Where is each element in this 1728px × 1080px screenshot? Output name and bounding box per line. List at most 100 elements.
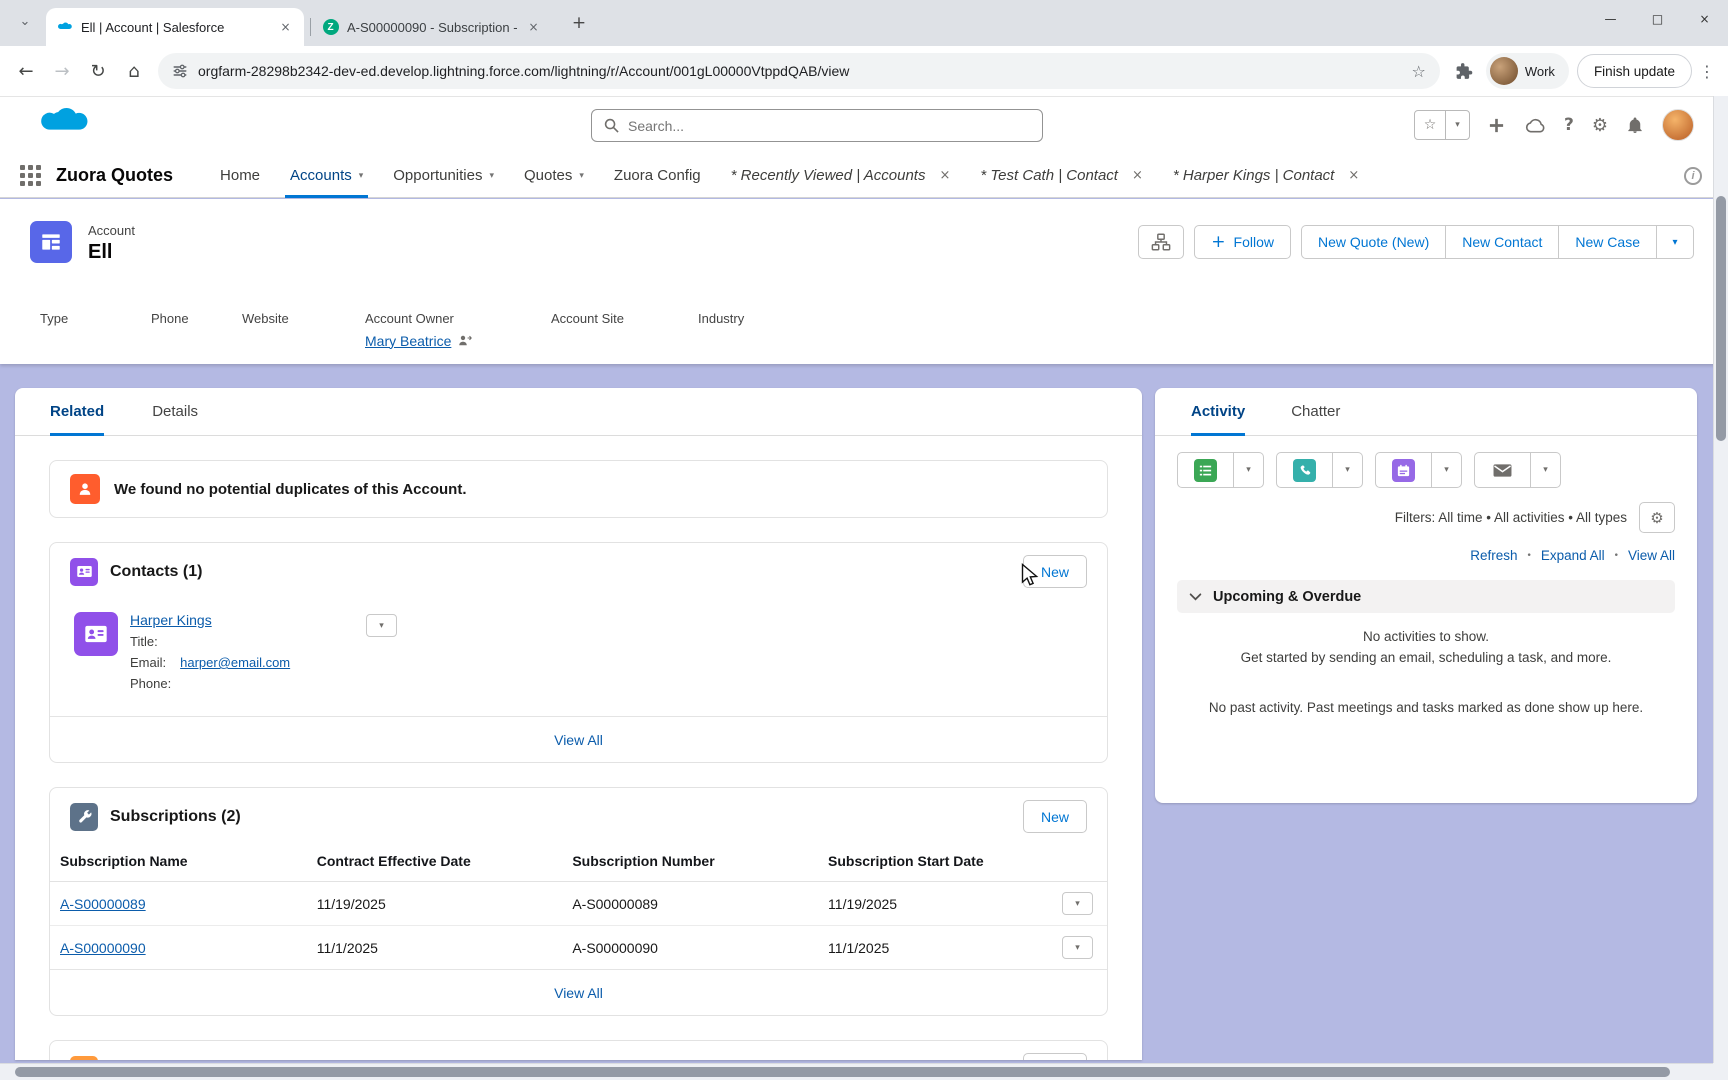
subscriptions-view-all-link[interactable]: View All — [554, 985, 603, 1001]
opportunities-new-button[interactable]: New — [1022, 1053, 1087, 1060]
user-avatar[interactable] — [1662, 109, 1694, 141]
chevron-down-icon[interactable]: ▾ — [359, 171, 364, 181]
nav-item-zuora-config[interactable]: Zuora Config — [599, 154, 716, 198]
contact-row-menu-button[interactable]: ▾ — [366, 614, 397, 637]
tab-search-chevron-icon[interactable]: ⌄ — [12, 14, 38, 34]
upcoming-overdue-section[interactable]: Upcoming & Overdue — [1177, 580, 1675, 613]
search-input[interactable] — [628, 117, 1030, 134]
contact-name-link[interactable]: Harper Kings — [130, 612, 212, 628]
account-owner-link[interactable]: Mary Beatrice — [365, 333, 451, 349]
maximize-button[interactable]: □ — [1634, 0, 1681, 38]
bookmark-star-icon[interactable]: ☆ — [1411, 62, 1425, 81]
nav-item-accounts[interactable]: Accounts ▾ — [275, 154, 378, 198]
browser-menu-icon[interactable]: ⋮ — [1696, 62, 1718, 81]
vertical-scrollbar-thumb[interactable] — [1716, 196, 1726, 441]
subscriptions-title: Subscriptions (2) — [110, 807, 241, 825]
column-header: Subscription Start Date — [816, 845, 1050, 882]
new-tab-button[interactable]: + — [566, 11, 592, 37]
refresh-link[interactable]: Refresh — [1470, 548, 1517, 563]
chevron-down-icon[interactable]: ▾ — [579, 171, 584, 181]
account-name: Ell — [88, 241, 113, 263]
subscriptions-new-button[interactable]: New — [1022, 800, 1087, 833]
tab-related[interactable]: Related — [50, 388, 105, 436]
hierarchy-button[interactable] — [1138, 225, 1185, 259]
contacts-new-button[interactable]: New — [1022, 555, 1087, 588]
follow-button[interactable]: + Follow — [1194, 225, 1291, 259]
extensions-icon[interactable] — [1446, 53, 1482, 89]
refresh-icon[interactable]: ↻ — [80, 53, 116, 89]
nav-item-quotes[interactable]: Quotes ▾ — [509, 154, 599, 198]
finish-update-button[interactable]: Finish update — [1576, 54, 1692, 88]
vertical-scrollbar[interactable] — [1713, 96, 1728, 1063]
nav-item-recently-viewed-accounts[interactable]: * Recently Viewed | Accounts × — [716, 154, 966, 198]
more-actions-button[interactable]: ▾ — [1656, 225, 1694, 259]
action-button-group: New Quote (New) New Contact New Case ▾ — [1300, 225, 1694, 259]
salesforce-header: ☆ ▾ ? ⚙ — [0, 96, 1728, 154]
forward-icon[interactable]: → — [44, 53, 80, 89]
change-owner-icon[interactable] — [458, 334, 473, 347]
cell-start-date: 11/19/2025 — [828, 895, 898, 912]
close-window-button[interactable]: × — [1681, 0, 1728, 38]
past-activity-empty-state: No past activity. Past meetings and task… — [1208, 700, 1644, 715]
chevron-down-icon[interactable]: ▾ — [489, 171, 494, 181]
new-contact-button[interactable]: New Contact — [1445, 225, 1559, 259]
url-bar[interactable]: orgfarm-28298b2342-dev-ed.develop.lightn… — [158, 53, 1440, 89]
email-button[interactable] — [1474, 452, 1531, 488]
help-icon[interactable]: ? — [1564, 115, 1574, 135]
expand-all-link[interactable]: Expand All — [1541, 548, 1605, 563]
global-search[interactable] — [591, 109, 1043, 142]
related-panel: Related Details We found no potential du… — [15, 388, 1142, 1060]
notifications-bell-icon[interactable] — [1626, 116, 1644, 135]
log-a-call-button[interactable] — [1276, 452, 1333, 488]
email-dropdown[interactable]: ▾ — [1531, 452, 1561, 488]
tab-chatter[interactable]: Chatter — [1291, 388, 1340, 435]
contact-email-link[interactable]: harper@email.com — [180, 655, 290, 670]
close-icon[interactable]: × — [1132, 168, 1143, 183]
site-info-icon[interactable] — [172, 63, 188, 79]
row-menu-button[interactable]: ▾ — [1062, 936, 1093, 959]
row-menu-button[interactable]: ▾ — [1062, 892, 1093, 915]
favorites-chevron-icon[interactable]: ▾ — [1444, 111, 1469, 139]
app-navigation: Zuora Quotes Home Accounts ▾ Opportunitie… — [0, 154, 1728, 198]
close-icon[interactable]: × — [1348, 168, 1359, 183]
tab-details[interactable]: Details — [152, 388, 198, 435]
new-event-dropdown[interactable]: ▾ — [1432, 452, 1462, 488]
subscription-link[interactable]: A-S00000090 — [60, 940, 146, 956]
horizontal-scrollbar-thumb[interactable] — [15, 1067, 1670, 1077]
info-icon[interactable]: i — [1684, 166, 1702, 185]
activity-tabs: Activity Chatter — [1155, 388, 1697, 436]
browser-tab-active[interactable]: Ell | Account | Salesforce × — [46, 8, 304, 46]
tab-activity[interactable]: Activity — [1191, 388, 1246, 436]
new-quote-button[interactable]: New Quote (New) — [1300, 225, 1446, 259]
tab-close-icon[interactable]: × — [525, 19, 542, 36]
view-all-link[interactable]: View All — [1628, 548, 1675, 563]
nav-item-home[interactable]: Home — [205, 154, 275, 198]
nav-item-test-cath-contact[interactable]: * Test Cath | Contact × — [965, 154, 1157, 198]
guidance-cloud-icon[interactable] — [1523, 117, 1546, 134]
favorites-star-icon[interactable]: ☆ — [1415, 111, 1445, 139]
nav-item-harper-kings-contact[interactable]: * Harper Kings | Contact × — [1158, 154, 1374, 198]
profile-chip[interactable]: Work — [1485, 53, 1569, 89]
new-case-button[interactable]: New Case — [1558, 225, 1656, 259]
horizontal-scrollbar[interactable] — [0, 1063, 1713, 1080]
close-icon[interactable]: × — [939, 168, 950, 183]
global-actions-icon[interactable] — [1488, 117, 1505, 134]
contacts-view-all-link[interactable]: View All — [554, 732, 603, 748]
log-a-call-dropdown[interactable]: ▾ — [1333, 452, 1363, 488]
minimize-button[interactable]: — — [1587, 0, 1634, 38]
tab-close-icon[interactable]: × — [277, 19, 294, 36]
activity-settings-button[interactable]: ⚙ — [1639, 502, 1675, 533]
subscription-link[interactable]: A-S00000089 — [60, 896, 146, 912]
search-icon — [604, 118, 619, 133]
home-icon[interactable]: ⌂ — [116, 53, 152, 89]
cell-contract-date: 11/1/2025 — [304, 925, 561, 969]
column-header: Subscription Number — [560, 845, 817, 882]
browser-tab-inactive[interactable]: Z A-S00000090 - Subscription - Z × — [310, 8, 552, 46]
nav-item-opportunities[interactable]: Opportunities ▾ — [378, 154, 509, 198]
app-launcher-icon[interactable] — [20, 165, 41, 186]
setup-gear-icon[interactable]: ⚙ — [1592, 115, 1608, 136]
back-icon[interactable]: ← — [8, 53, 44, 89]
new-task-button[interactable] — [1177, 452, 1234, 488]
new-event-button[interactable] — [1375, 452, 1432, 488]
new-task-dropdown[interactable]: ▾ — [1234, 452, 1264, 488]
